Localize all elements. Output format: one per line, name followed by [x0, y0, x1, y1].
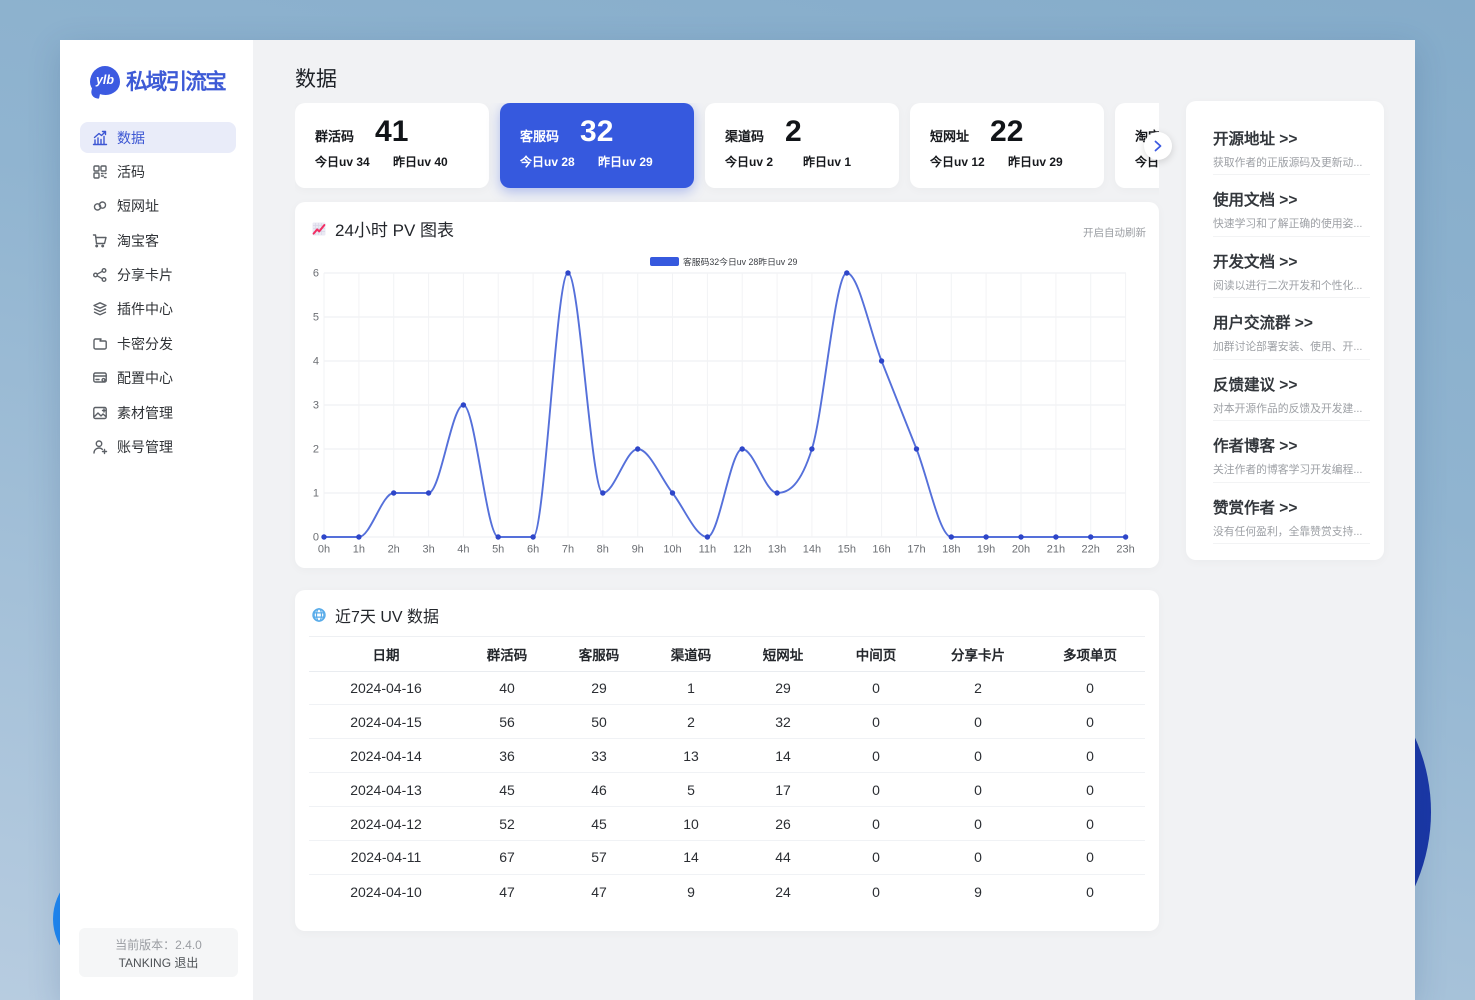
svg-text:22h: 22h	[1082, 544, 1100, 556]
svg-text:5: 5	[313, 312, 319, 324]
svg-text:7h: 7h	[562, 544, 574, 556]
svg-text:5h: 5h	[492, 544, 504, 556]
svg-text:1h: 1h	[353, 544, 365, 556]
svg-text:10h: 10h	[663, 544, 681, 556]
svg-text:6: 6	[313, 268, 319, 280]
svg-text:6h: 6h	[527, 544, 539, 556]
svg-text:20h: 20h	[1012, 544, 1030, 556]
svg-text:4: 4	[313, 356, 319, 368]
svg-text:18h: 18h	[942, 544, 960, 556]
svg-text:客服码32今日uv 28昨日uv 29: 客服码32今日uv 28昨日uv 29	[683, 256, 798, 267]
svg-text:3: 3	[313, 400, 319, 412]
svg-text:9h: 9h	[632, 544, 644, 556]
svg-text:14h: 14h	[803, 544, 821, 556]
svg-text:17h: 17h	[907, 544, 925, 556]
svg-text:21h: 21h	[1047, 544, 1065, 556]
svg-text:2h: 2h	[388, 544, 400, 556]
svg-text:11h: 11h	[699, 544, 717, 556]
svg-text:16h: 16h	[872, 544, 890, 556]
svg-text:0h: 0h	[318, 544, 330, 556]
svg-text:23h: 23h	[1116, 544, 1134, 556]
svg-text:3h: 3h	[422, 544, 434, 556]
svg-text:1: 1	[313, 488, 319, 500]
svg-text:0: 0	[313, 532, 319, 544]
svg-text:2: 2	[313, 444, 319, 456]
svg-text:15h: 15h	[838, 544, 856, 556]
svg-text:19h: 19h	[977, 544, 995, 556]
svg-text:8h: 8h	[597, 544, 609, 556]
svg-text:13h: 13h	[768, 544, 786, 556]
svg-text:12h: 12h	[733, 544, 751, 556]
svg-text:4h: 4h	[457, 544, 469, 556]
